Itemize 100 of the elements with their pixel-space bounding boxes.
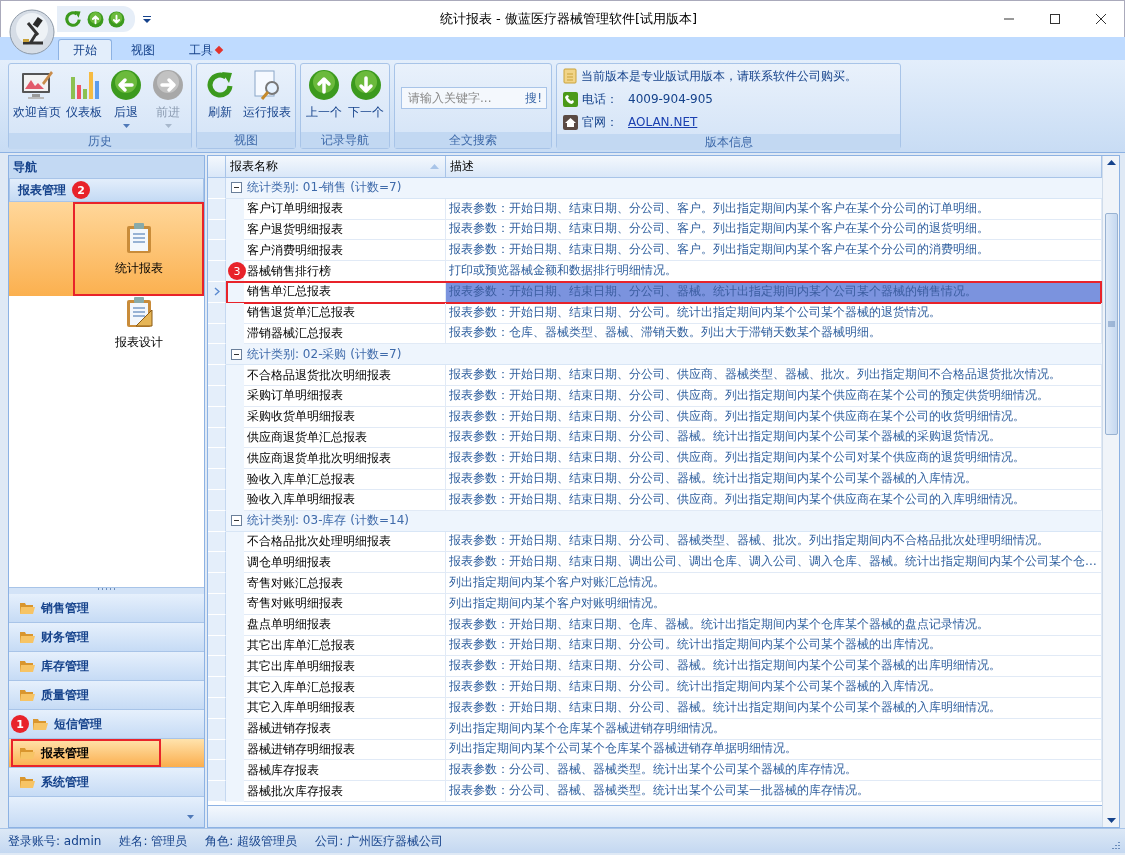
table-row[interactable]: 客户退货明细报表 报表参数：开始日期、结束日期、分公司、客户。列出指定期间内某个客户在某个分公司的退货明细。 [208,219,1102,241]
row-selector[interactable] [208,531,226,553]
row-selector[interactable] [208,261,226,282]
row-selector[interactable] [208,240,226,262]
report-description: 列出指定期间内某个公司某个仓库某个器械进销存单据明细情况。 [449,741,797,758]
customize-menu-icon[interactable] [143,15,151,23]
row-selector[interactable] [208,469,226,490]
table-row[interactable]: 器械进销存明细报表 列出指定期间内某个公司某个仓库某个器械进销存单据明细情况。 [208,739,1102,761]
website-link[interactable]: AOLAN.NET [628,115,698,129]
ribbon-button[interactable]: 上一个 [303,66,345,124]
module-button[interactable]: 质量管理 [9,681,204,710]
table-row[interactable]: 其它出库单明细报表 报表参数：开始日期、结束日期、分公司、器械。统计出指定期间内某个公司某个器械的出库明细情况。 [208,656,1102,678]
row-selector[interactable] [208,552,226,574]
row-selector[interactable] [208,323,226,345]
row-selector[interactable] [208,489,226,511]
row-selector[interactable] [208,781,226,802]
sort-ascending-icon [430,164,439,169]
table-row[interactable]: 采购订单明细报表 报表参数：开始日期、结束日期、分公司、供应商。列出指定期间内某个供应商在某个公司的预定供货明细情况。 [208,385,1102,407]
row-selector[interactable] [208,573,226,594]
report-name: 不合格品退货批次明细报表 [247,366,391,384]
row-selector[interactable] [208,178,226,199]
row-selector[interactable] [208,385,226,407]
row-selector[interactable] [208,219,226,241]
table-row[interactable]: 3 器械销售排行榜 打印或预览器械金额和数据排行明细情况。 [208,261,1102,282]
search-button[interactable]: 搜! [525,89,542,107]
resize-grip-icon[interactable] [1111,840,1121,850]
row-selector[interactable] [208,406,226,428]
module-button[interactable]: 库存管理 [9,652,204,681]
table-row[interactable]: 销售单汇总报表 报表参数：开始日期、结束日期、分公司、器械。统计出指定期间内某个公司某个器械的销售情况。 [208,282,1102,303]
ribbon-tab[interactable]: 工具 [174,39,237,60]
ribbon-button[interactable]: 下一个 [345,66,387,124]
module-button[interactable]: 1 短信管理 [9,710,204,739]
maximize-icon [1050,14,1060,24]
table-row[interactable]: 不合格品退货批次明细报表 报表参数：开始日期、结束日期、分公司、供应商、器械类型、器械、批次。列出指定期间不合格品退货批次情况。 [208,365,1102,386]
row-selector[interactable] [208,739,226,761]
table-row[interactable]: 验收入库单汇总报表 报表参数：开始日期、结束日期、分公司、器械。统计出指定期间内某个公司某个器械的入库情况。 [208,469,1102,490]
report-description: 报表参数：开始日期、结束日期、分公司、器械。统计出指定期间内某个公司某个器械的入库明细情况。 [449,699,1001,716]
table-row[interactable]: 客户订单明细报表 报表参数：开始日期、结束日期、分公司、客户。列出指定期间内某个客户在某个分公司的订单明细。 [208,198,1102,220]
row-selector[interactable] [208,718,226,740]
table-row[interactable]: 寄售对账明细报表 列出指定期间内某个客户对账明细情况。 [208,593,1102,615]
folder-icon [19,688,35,702]
row-selector[interactable] [208,302,226,324]
table-row[interactable]: 供应商退货单汇总报表 报表参数：开始日期、结束日期、分公司、器械。统计出指定期间内某个公司某个器械的采购退货情况。 [208,427,1102,449]
table-row[interactable]: 寄售对账汇总报表 列出指定期间内某个客户对账汇总情况。 [208,573,1102,594]
column-header[interactable]: 报表名称 [230,158,278,175]
row-selector[interactable] [208,365,226,386]
group-row[interactable]: 统计类别: 01-销售 (计数=7) [226,178,1102,199]
row-selector[interactable] [208,635,226,657]
scroll-down-icon[interactable] [1106,818,1116,823]
row-selector[interactable] [208,760,226,782]
row-selector[interactable] [208,510,226,532]
group-indent-cell [226,531,244,553]
row-selector[interactable] [208,697,226,719]
group-row[interactable]: 统计类别: 03-库存 (计数=14) [226,510,1102,532]
ribbon-button[interactable]: 欢迎首页 [11,66,63,124]
ribbon-tab[interactable]: 视图 [116,39,170,60]
table-row[interactable]: 验收入库单明细报表 报表参数：开始日期、结束日期、分公司、供应商。列出指定期间内某个供应商在某个公司的入库明细情况。 [208,489,1102,511]
table-row[interactable]: 供应商退货单批次明细报表 报表参数：开始日期、结束日期、分公司、供应商。列出指定期间内某个公司对某个供应商的退货明细情况。 [208,448,1102,470]
ribbon-button[interactable]: 刷新 [199,66,241,124]
current-row-icon [213,287,220,297]
table-row[interactable]: 器械进销存报表 列出指定期间内某个仓库某个器械进销存明细情况。 [208,718,1102,740]
ribbon-tab[interactable]: 开始 [58,39,112,60]
row-selector[interactable] [208,198,226,220]
collapse-icon[interactable] [231,348,242,360]
ribbon-button[interactable]: 运行报表 [241,66,293,124]
search-field[interactable]: 请输入关键字... 搜! [401,87,547,109]
nav-item[interactable]: 统计报表 [9,202,204,296]
ribbon-button[interactable]: 后退 [105,66,147,131]
row-selector[interactable] [208,282,226,303]
group-row[interactable]: 统计类别: 02-采购 (计数=7) [226,344,1102,366]
report-description: 报表参数：开始日期、结束日期、分公司、器械类型、器械、批次。列出指定期间内不合格品批次处理明细情况。 [449,533,1049,550]
nav-item[interactable]: 报表设计 [9,296,204,358]
table-row[interactable]: 其它入库单汇总报表 报表参数：开始日期、结束日期、分公司。统计出指定期间内某个公司某个器械的入库情况。 [208,677,1102,698]
table-row[interactable]: 采购收货单明细报表 报表参数：开始日期、结束日期、分公司、供应商。列出指定期间内某个供应商在某个公司的收货明细情况。 [208,406,1102,428]
row-selector[interactable] [208,344,226,366]
table-row[interactable]: 其它入库单明细报表 报表参数：开始日期、结束日期、分公司、器械。统计出指定期间内某个公司某个器械的入库明细情况。 [208,697,1102,719]
table-row[interactable]: 客户消费明细报表 报表参数：开始日期、结束日期、分公司、客户。列出指定期间内某个客户在某个分公司的消费明细。 [208,240,1102,262]
table-row[interactable]: 盘点单明细报表 报表参数：开始日期、结束日期、仓库、器械。统计出指定期间内某个仓库某个器械的盘点记录情况。 [208,614,1102,636]
collapse-icon[interactable] [231,182,242,194]
scrollbar-thumb[interactable] [1104,213,1118,435]
table-row[interactable]: 销售退货单汇总报表 报表参数：开始日期、结束日期、分公司。统计出指定期间内某个公司某个器械的退货情况。 [208,302,1102,324]
table-row[interactable]: 其它出库单汇总报表 报表参数：开始日期、结束日期、分公司。统计出指定期间内某个公司某个器械的出库情况。 [208,635,1102,657]
row-selector[interactable] [208,448,226,470]
row-selector[interactable] [208,656,226,678]
module-button[interactable]: 财务管理 [9,623,204,652]
module-button[interactable]: 销售管理 [9,594,204,623]
column-header[interactable]: 描述 [450,158,474,175]
row-selector[interactable] [208,427,226,449]
module-button[interactable]: 系统管理 [9,768,204,797]
module-button[interactable]: 报表管理 [9,739,204,768]
table-row[interactable]: 不合格品批次处理明细报表 报表参数：开始日期、结束日期、分公司、器械类型、器械、批次。列出指定期间内不合格品批次处理明细情况。 [208,531,1102,553]
row-selector[interactable] [208,593,226,615]
row-selector[interactable] [208,614,226,636]
collapse-icon[interactable] [231,515,242,527]
scroll-up-icon[interactable] [1106,160,1116,165]
table-row[interactable]: 调仓单明细报表 报表参数：开始日期、结束日期、调出公司、调出仓库、调入公司、调入仓库、器械。统计出指定期间内某个公司某个仓… [208,552,1102,574]
ribbon-button[interactable]: 仪表板 [63,66,105,124]
row-selector[interactable] [208,677,226,698]
table-row[interactable]: 器械批次库存报表 报表参数：分公司、器械、器械类型。统计出某个公司某一批器械的库存情况。 [208,781,1102,802]
table-row[interactable]: 器械库存报表 报表参数：分公司、器械、器械类型。统计出某个公司某个器械的库存情况。 [208,760,1102,782]
